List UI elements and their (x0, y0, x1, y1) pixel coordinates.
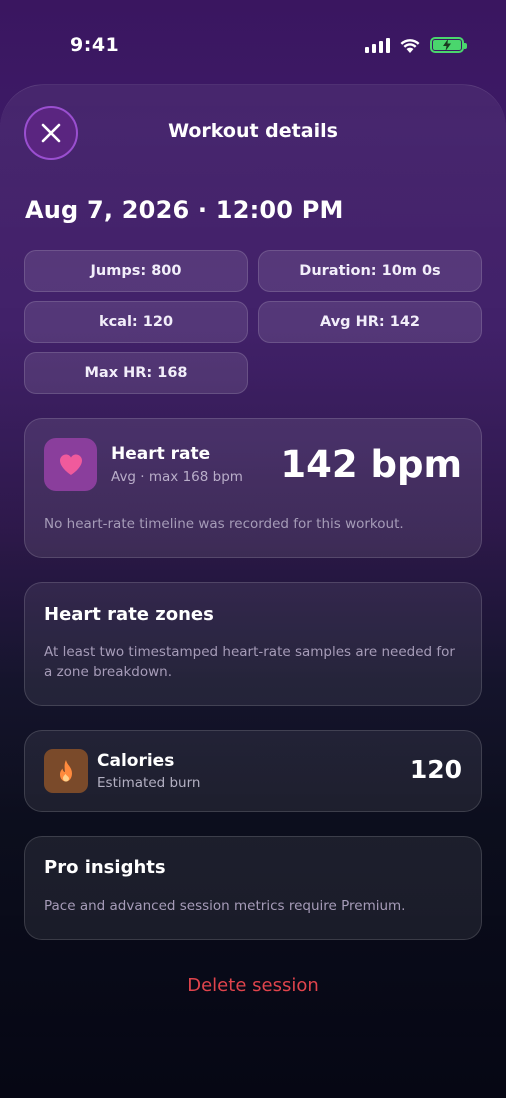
stat-chip-kcal: kcal: 120 (24, 301, 248, 343)
calories-title: Calories (97, 751, 175, 771)
heart-rate-zones-card: Heart rate zones At least two timestampe… (24, 582, 482, 706)
heart-icon (59, 454, 82, 475)
heart-rate-icon-box (44, 438, 97, 491)
pro-insights-title: Pro insights (44, 857, 166, 878)
calories-icon-box (44, 749, 88, 793)
stat-chip-duration: Duration: 10m 0s (258, 250, 482, 292)
status-icons (365, 36, 467, 54)
page-title: Workout details (168, 120, 338, 142)
flame-icon (60, 760, 72, 782)
stat-chip-max-hr: Max HR: 168 (24, 352, 248, 394)
heart-rate-value: 142 bpm (280, 443, 462, 486)
heart-rate-title: Heart rate (111, 444, 211, 464)
heart-rate-note: No heart-rate timeline was recorded for … (44, 516, 404, 532)
calories-card: Calories Estimated burn 120 (24, 730, 482, 812)
pro-insights-note: Pace and advanced session metrics requir… (44, 898, 406, 914)
status-bar: 9:41 (0, 0, 506, 80)
heart-rate-card: Heart rate Avg · max 168 bpm 142 bpm No … (24, 418, 482, 558)
stat-chip-jumps: Jumps: 800 (24, 250, 248, 292)
cellular-signal-icon (365, 37, 390, 53)
wifi-icon (400, 39, 420, 53)
battery-icon (430, 37, 467, 53)
calories-subtitle: Estimated burn (97, 775, 201, 791)
calories-value: 120 (409, 755, 462, 784)
delete-session-button[interactable]: Delete session (0, 975, 506, 996)
session-date: Aug 7, 2026 · 12:00 PM (25, 196, 344, 224)
zones-note: At least two timestamped heart-rate samp… (44, 644, 455, 680)
charging-bolt-icon (443, 39, 451, 51)
heart-rate-subtitle: Avg · max 168 bpm (111, 469, 243, 485)
stat-chip-avg-hr: Avg HR: 142 (258, 301, 482, 343)
zones-title: Heart rate zones (44, 604, 214, 625)
pro-insights-card: Pro insights Pace and advanced session m… (24, 836, 482, 940)
status-time: 9:41 (70, 34, 120, 56)
